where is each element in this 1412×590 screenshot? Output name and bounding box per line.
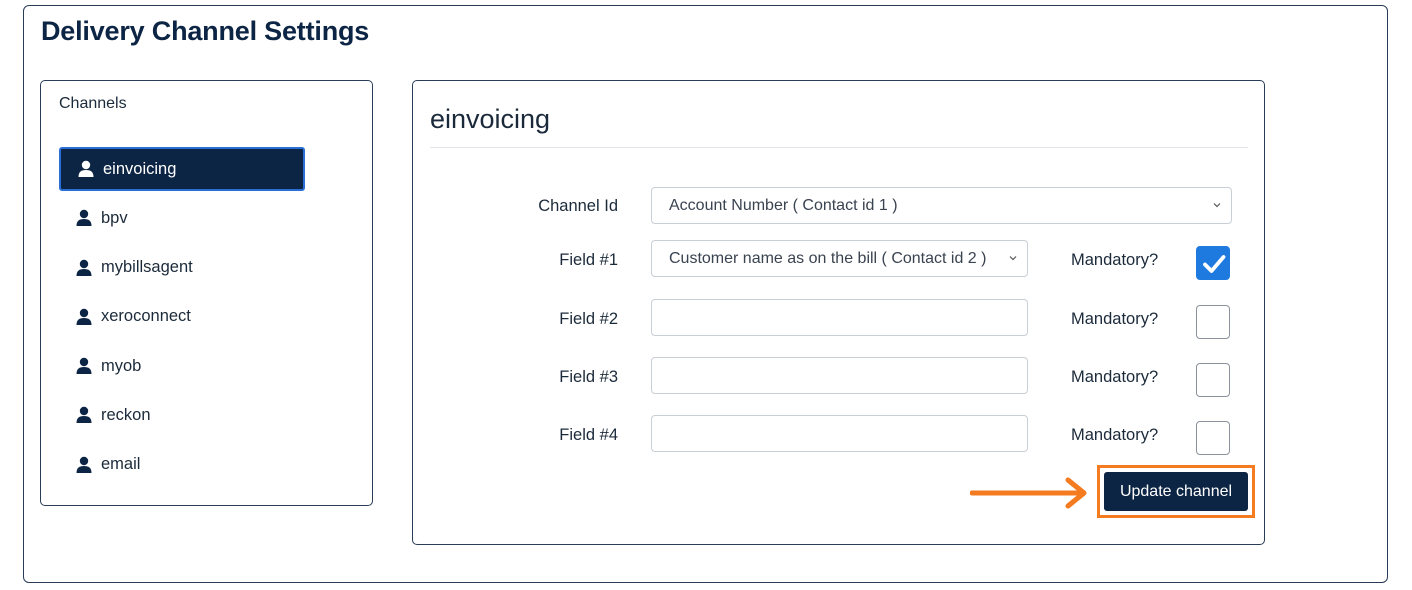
channel-item-reckon[interactable]: reckon <box>59 393 305 437</box>
user-icon <box>75 357 93 375</box>
channel-item-label: email <box>101 455 141 474</box>
checkmark-icon <box>1203 255 1226 273</box>
channel-item-mybillsagent[interactable]: mybillsagent <box>59 246 305 290</box>
field-3-label: Field #3 <box>559 368 618 386</box>
channel-item-bpv[interactable]: bpv <box>59 196 305 240</box>
arrow-right-icon <box>970 477 1087 509</box>
user-icon <box>75 406 93 424</box>
field-3-input[interactable] <box>651 357 1028 394</box>
channels-heading: Channels <box>59 95 127 112</box>
field-4-label: Field #4 <box>559 426 618 444</box>
chevron-down-icon <box>1009 256 1017 261</box>
field-4-mandatory-checkbox[interactable] <box>1196 421 1230 455</box>
channel-item-myob[interactable]: myob <box>59 344 305 388</box>
channel-item-label: bpv <box>101 208 128 227</box>
field-1-select[interactable]: Customer name as on the bill ( Contact i… <box>651 240 1028 277</box>
field-4-mandatory-label: Mandatory? <box>1071 426 1159 444</box>
channel-item-einvoicing[interactable]: einvoicing <box>59 147 305 191</box>
field-2-input[interactable] <box>651 299 1028 336</box>
field-3-mandatory-checkbox[interactable] <box>1196 363 1230 397</box>
update-channel-button[interactable]: Update channel <box>1104 472 1248 511</box>
field-2-mandatory-checkbox[interactable] <box>1196 305 1230 339</box>
chevron-down-icon <box>1213 203 1221 208</box>
user-icon <box>75 209 93 227</box>
field-4-input[interactable] <box>651 415 1028 452</box>
page-title: Delivery Channel Settings <box>41 16 370 46</box>
channel-id-select[interactable]: Account Number ( Contact id 1 ) <box>651 187 1232 224</box>
field-3-mandatory-label: Mandatory? <box>1071 368 1159 386</box>
channel-item-label: xeroconnect <box>101 307 191 326</box>
channel-id-label: Channel Id <box>538 197 618 215</box>
channel-id-value: Account Number ( Contact id 1 ) <box>669 196 898 214</box>
title-divider <box>430 147 1248 148</box>
channel-item-xeroconnect[interactable]: xeroconnect <box>59 295 305 339</box>
user-icon <box>77 160 95 178</box>
channel-item-label: myob <box>101 356 142 375</box>
channels-panel: Channels einvoicing bpv mybillsagent xer… <box>40 80 373 506</box>
channel-detail-panel: einvoicing Channel Id Account Number ( C… <box>412 80 1265 545</box>
field-2-mandatory-label: Mandatory? <box>1071 310 1159 328</box>
field-1-mandatory-checkbox[interactable] <box>1196 246 1230 280</box>
update-button-highlight: Update channel <box>1097 465 1255 518</box>
field-1-mandatory-label: Mandatory? <box>1071 251 1159 269</box>
channel-item-email[interactable]: email <box>59 443 305 487</box>
user-icon <box>75 308 93 326</box>
channel-item-label: reckon <box>101 405 151 424</box>
channel-item-label: mybillsagent <box>101 258 193 277</box>
channel-list: einvoicing bpv mybillsagent xeroconnect … <box>59 147 305 492</box>
channel-title: einvoicing <box>430 104 551 134</box>
user-icon <box>75 456 93 474</box>
field-1-label: Field #1 <box>559 251 618 269</box>
user-icon <box>75 259 93 277</box>
field-2-label: Field #2 <box>559 310 618 328</box>
channel-item-label: einvoicing <box>103 159 177 178</box>
field-1-value: Customer name as on the bill ( Contact i… <box>669 249 987 267</box>
